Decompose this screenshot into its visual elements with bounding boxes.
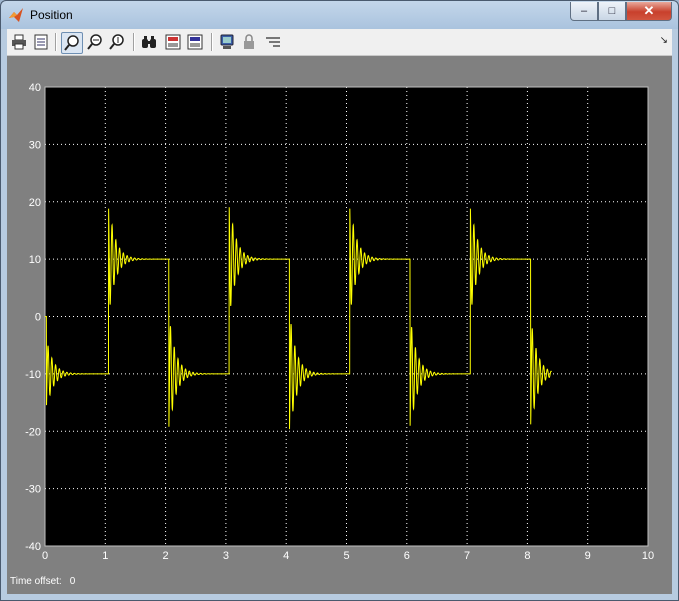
zoom-y-icon	[109, 34, 124, 50]
close-button[interactable]: ✕	[626, 2, 672, 21]
maximize-icon: □	[608, 5, 616, 17]
matlab-icon	[8, 7, 24, 23]
x-tick-label: 4	[283, 550, 289, 562]
x-tick-label: 9	[585, 550, 591, 562]
title-bar[interactable]: Position – □ ✕	[1, 1, 678, 29]
y-tick-label: 20	[29, 197, 41, 209]
x-tick-label: 8	[524, 550, 530, 562]
scope-figure: 0 1 2 3 4 5 6 7 8 9 10 -40 -30 -20 -10 0 10 20 30 40 Time o…	[7, 56, 672, 594]
toolbar-overflow-icon[interactable]: ↘	[660, 35, 668, 46]
minimize-button[interactable]: –	[570, 2, 598, 21]
restore-axes-button[interactable]	[185, 32, 205, 52]
x-tick-label: 1	[102, 550, 108, 562]
close-icon: ✕	[643, 3, 655, 18]
scope-window: Position – □ ✕ ↘ 0 1 2 3 4 5 6 7 8 9 10 …	[0, 0, 679, 601]
toolbar-separator	[55, 33, 57, 51]
y-tick-label: 10	[29, 254, 41, 266]
signal-selection-button[interactable]	[263, 32, 283, 52]
y-tick-label: -40	[25, 541, 41, 553]
print-icon	[12, 34, 26, 50]
x-tick-label: 2	[163, 550, 169, 562]
window-title: Position	[30, 8, 73, 22]
x-tick-label: 5	[343, 550, 349, 562]
zoom-x-button[interactable]	[85, 32, 105, 52]
toolbar-separator	[133, 33, 135, 51]
x-tick-label: 7	[464, 550, 470, 562]
maximize-button[interactable]: □	[598, 2, 626, 21]
zoom-y-button[interactable]	[107, 32, 127, 52]
x-tick-label: 6	[404, 550, 410, 562]
x-tick-label: 3	[223, 550, 229, 562]
parameters-icon	[34, 34, 48, 50]
minimize-icon: –	[580, 5, 588, 17]
restore-axes-icon	[187, 34, 203, 50]
y-tick-label: 0	[35, 312, 41, 324]
y-tick-label: -20	[25, 426, 41, 438]
signal-selection-icon	[266, 37, 280, 47]
y-tick-label: 30	[29, 139, 41, 151]
autoscale-button[interactable]	[139, 32, 159, 52]
scope-plot[interactable]: 0 1 2 3 4 5 6 7 8 9 10 -40 -30 -20 -10 0 10 20 30 40	[7, 56, 672, 576]
save-axes-icon	[165, 34, 181, 50]
window-controls: – □ ✕	[570, 2, 672, 21]
zoom-button[interactable]	[61, 32, 83, 54]
toolbar: ↘	[7, 29, 672, 56]
time-offset-value: 0	[69, 576, 76, 587]
zoom-icon	[64, 35, 79, 51]
toolbar-separator	[211, 33, 213, 51]
autoscale-icon	[142, 36, 156, 48]
x-tick-label: 0	[42, 550, 48, 562]
x-tick-label: 10	[642, 550, 654, 562]
y-tick-label: -10	[25, 369, 41, 381]
floating-scope-button[interactable]	[217, 32, 237, 52]
time-offset-label: Time offset:	[10, 576, 62, 587]
y-tick-label: -30	[25, 484, 41, 496]
lock-icon	[244, 34, 254, 49]
y-tick-label: 40	[29, 82, 41, 94]
zoom-x-icon	[87, 34, 102, 50]
parameters-button[interactable]	[31, 32, 51, 52]
lock-axes-button[interactable]	[239, 32, 259, 52]
floating-scope-icon	[220, 34, 234, 49]
save-axes-button[interactable]	[163, 32, 183, 52]
print-button[interactable]	[9, 32, 29, 52]
time-offset: Time offset: 0	[10, 576, 75, 587]
